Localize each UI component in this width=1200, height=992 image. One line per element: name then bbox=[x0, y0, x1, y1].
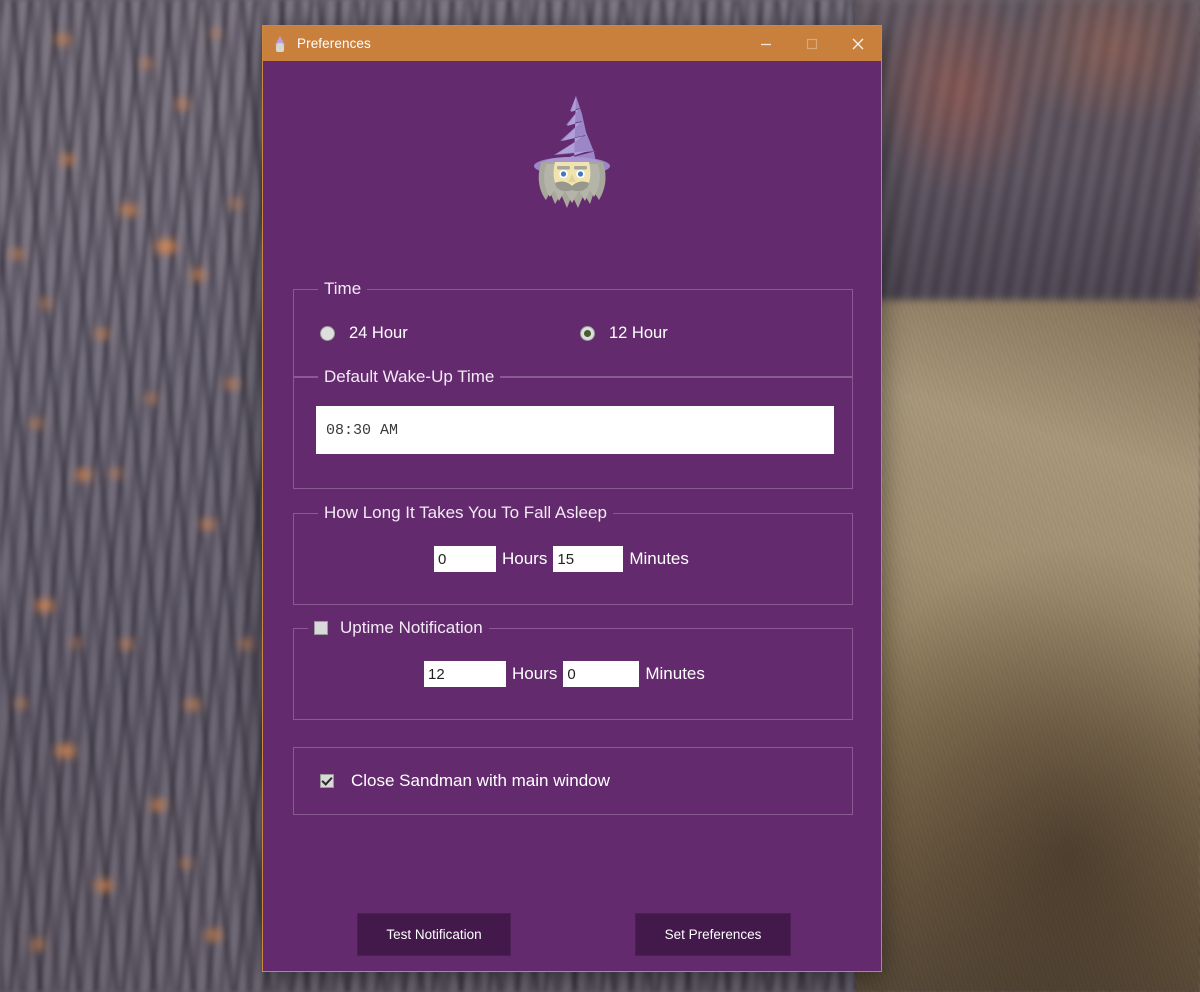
wizard-icon bbox=[272, 35, 288, 52]
preferences-body: Time 24 Hour 12 Hour Default Wake-Up Tim… bbox=[263, 61, 881, 971]
radio-12-hour-label: 12 Hour bbox=[609, 323, 668, 342]
preferences-window: Preferences Time 24 Hour 12 Hour Default… bbox=[262, 25, 882, 972]
close-sandman-checkbox[interactable] bbox=[320, 774, 334, 788]
window-titlebar[interactable]: Preferences bbox=[263, 26, 881, 61]
fall-asleep-duration-row: Hours Minutes bbox=[434, 546, 689, 572]
radio-12-hour[interactable]: 12 Hour bbox=[580, 324, 668, 343]
fall-asleep-legend: How Long It Takes You To Fall Asleep bbox=[318, 503, 613, 523]
set-preferences-button[interactable]: Set Preferences bbox=[635, 913, 791, 956]
close-sandman-label: Close Sandman with main window bbox=[351, 771, 610, 790]
app-logo-container bbox=[263, 61, 881, 210]
uptime-minutes-label: Minutes bbox=[645, 664, 705, 683]
fall-asleep-hours-label: Hours bbox=[502, 549, 548, 568]
time-group: Time 24 Hour 12 Hour bbox=[293, 279, 853, 377]
maximize-button[interactable] bbox=[789, 26, 835, 61]
fall-asleep-minutes-input[interactable] bbox=[553, 546, 624, 572]
uptime-notification-legend-wrap: Uptime Notification bbox=[308, 618, 489, 638]
radio-24-hour-label: 24 Hour bbox=[349, 323, 408, 342]
wake-up-time-legend: Default Wake-Up Time bbox=[318, 367, 501, 387]
uptime-notification-group: Uptime Notification Hours Minutes bbox=[293, 618, 853, 720]
radio-24-hour[interactable]: 24 Hour bbox=[320, 324, 580, 343]
test-notification-button[interactable]: Test Notification bbox=[357, 913, 511, 956]
uptime-notification-label: Uptime Notification bbox=[340, 618, 483, 637]
uptime-hours-label: Hours bbox=[512, 664, 558, 683]
fall-asleep-minutes-label: Minutes bbox=[629, 549, 689, 568]
fall-asleep-hours-input[interactable] bbox=[434, 546, 496, 572]
window-title: Preferences bbox=[297, 36, 371, 51]
uptime-notification-checkbox[interactable] bbox=[314, 621, 328, 635]
time-format-radio-group: 24 Hour 12 Hour bbox=[294, 290, 852, 376]
time-group-legend: Time bbox=[318, 279, 368, 299]
minimize-button[interactable] bbox=[743, 26, 789, 61]
uptime-duration-row: Hours Minutes bbox=[424, 661, 705, 687]
sandman-wizard-logo bbox=[534, 96, 610, 208]
radio-24-hour-indicator[interactable] bbox=[320, 325, 335, 341]
wake-up-time-input[interactable] bbox=[316, 406, 834, 454]
uptime-minutes-input[interactable] bbox=[563, 661, 640, 687]
close-button[interactable] bbox=[835, 26, 881, 61]
wake-up-time-group: Default Wake-Up Time bbox=[293, 367, 853, 489]
close-sandman-row[interactable]: Close Sandman with main window bbox=[294, 748, 852, 814]
radio-12-hour-indicator[interactable] bbox=[580, 325, 595, 341]
fall-asleep-group: How Long It Takes You To Fall Asleep Hou… bbox=[293, 503, 853, 605]
close-sandman-group: Close Sandman with main window bbox=[293, 747, 853, 815]
uptime-hours-input[interactable] bbox=[424, 661, 506, 687]
